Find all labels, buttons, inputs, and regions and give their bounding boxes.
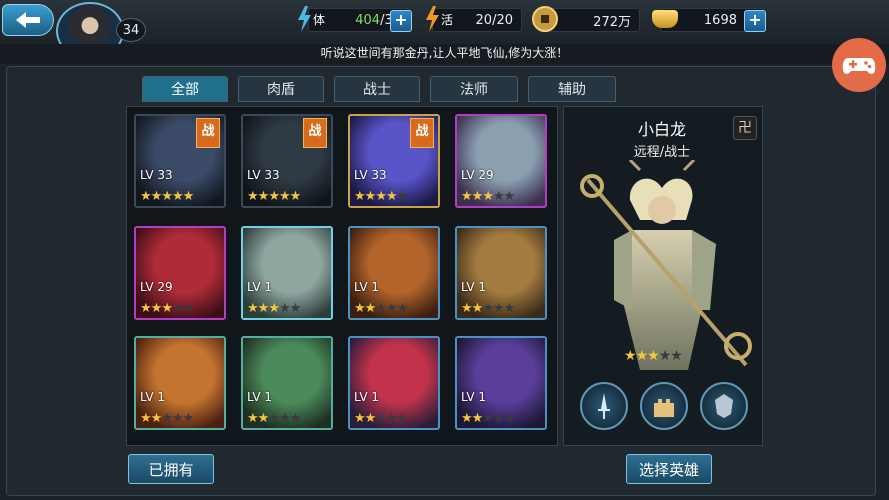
hero-card[interactable]: 战 LV 33 ★★★★★ [134, 114, 226, 208]
gold-ingot-icon [652, 10, 678, 28]
gamepad-button[interactable] [832, 38, 886, 92]
hero-level: LV 29 [140, 280, 173, 294]
hero-level: LV 1 [461, 280, 487, 294]
hero-stars: ★★★★★ [461, 411, 515, 426]
hero-portrait [580, 160, 752, 370]
hero-card[interactable]: 战 LV 33 ★★★★★ [348, 114, 440, 208]
gold-value: 1698 [703, 12, 737, 28]
hero-stars: ★★★★★ [247, 411, 301, 426]
hero-card[interactable]: LV 29 ★★★★★ [455, 114, 547, 208]
owned-filter-button[interactable]: 已拥有 [128, 454, 214, 484]
warrior-badge: 战 [303, 118, 327, 148]
hero-stars: ★★★★★ [247, 301, 301, 316]
tab-mage[interactable]: 法师 [430, 76, 518, 102]
sword-skill-icon[interactable] [580, 382, 628, 430]
hero-card[interactable]: LV 1 ★★★★★ [455, 336, 547, 430]
stamina-label: 体 [313, 12, 326, 27]
tab-all[interactable]: 全部 [142, 76, 228, 102]
hero-stars: ★★★★★ [140, 189, 194, 204]
hero-stars: ★★★★★ [140, 411, 194, 426]
hero-stars: ★★★★★ [247, 189, 301, 204]
hero-card[interactable]: LV 29 ★★★★★ [134, 226, 226, 320]
hero-stars: ★★★★★ [461, 189, 515, 204]
player-level-badge: 34 [116, 18, 146, 42]
back-arrow-icon [16, 12, 40, 28]
tab-support[interactable]: 辅助 [528, 76, 616, 102]
hero-stars: ★★★★★ [354, 411, 408, 426]
hero-level: LV 33 [247, 168, 280, 182]
hero-level: LV 33 [140, 168, 173, 182]
hero-card[interactable]: LV 1 ★★★★★ [134, 336, 226, 430]
gamepad-icon [842, 58, 876, 74]
warrior-badge: 战 [196, 118, 220, 148]
tab-warrior[interactable]: 战士 [334, 76, 420, 102]
stamina-icon: 体 [296, 6, 325, 32]
stamina-current: 404 [355, 12, 381, 28]
back-button[interactable] [2, 4, 54, 36]
hero-stars: ★★★★★ [354, 301, 408, 316]
hero-card[interactable]: LV 1 ★★★★★ [348, 226, 440, 320]
hero-level: LV 1 [354, 280, 380, 294]
armor-skill-icon[interactable] [700, 382, 748, 430]
announcement-text: 听说这世间有那金丹,让人平地飞仙,修为大涨！ [0, 44, 889, 64]
activity-label: 活 [441, 12, 454, 27]
activity-icon: 活 [424, 6, 453, 32]
gold-add-button[interactable]: + [744, 10, 766, 32]
hero-name: 小白龙 [637, 120, 686, 139]
hero-card[interactable]: LV 1 ★★★★★ [348, 336, 440, 430]
hero-level: LV 1 [461, 390, 487, 404]
warrior-badge: 战 [410, 118, 434, 148]
hero-class: 远程/战士 [633, 145, 691, 160]
hero-star-rating: ★★★★★ [624, 348, 683, 364]
hero-card[interactable]: LV 1 ★★★★★ [241, 336, 333, 430]
hero-card[interactable]: LV 1 ★★★★★ [241, 226, 333, 320]
fortress-skill-icon[interactable] [640, 382, 688, 430]
hero-card[interactable]: LV 1 ★★★★★ [455, 226, 547, 320]
faction-icon: 卍 [733, 116, 757, 140]
activity-value: 20/20 [475, 12, 513, 28]
hero-stars: ★★★★★ [140, 301, 194, 316]
stamina-add-button[interactable]: + [390, 10, 412, 32]
hero-card[interactable]: 战 LV 33 ★★★★★ [241, 114, 333, 208]
hero-stars: ★★★★★ [461, 301, 515, 316]
hero-level: LV 1 [354, 390, 380, 404]
hero-level: LV 33 [354, 168, 387, 182]
hero-level: LV 29 [461, 168, 494, 182]
tab-tank[interactable]: 肉盾 [238, 76, 324, 102]
hero-level: LV 1 [247, 390, 273, 404]
coins-value: 272万 [593, 14, 631, 30]
hero-level: LV 1 [247, 280, 273, 294]
select-hero-button[interactable]: 选择英雄 [626, 454, 712, 484]
hero-stars: ★★★★★ [354, 189, 408, 204]
coin-icon [532, 6, 558, 32]
hero-level: LV 1 [140, 390, 166, 404]
